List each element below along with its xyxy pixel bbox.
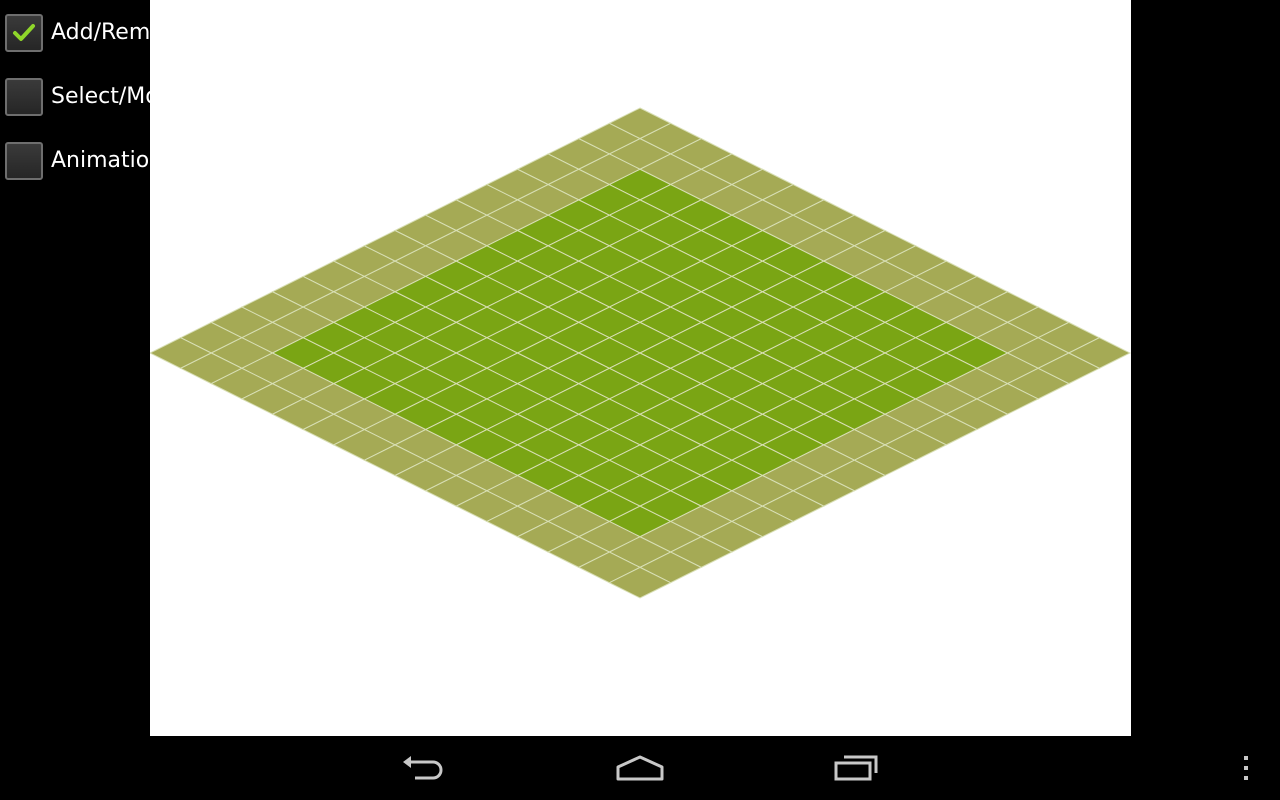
select-move-checkbox[interactable] [5,78,43,116]
add-remove-checkbox[interactable] [5,14,43,52]
add-remove-label: Add/Remove [51,20,191,45]
animation-checkbox[interactable] [5,142,43,180]
home-button[interactable] [595,748,685,788]
overflow-menu-icon [1244,756,1248,780]
app-screen: Add/Remove Select/Move Animation [0,0,1280,800]
isometric-board[interactable] [150,0,1131,736]
recent-apps-button[interactable] [812,748,902,788]
mode-option-animation[interactable]: Animation [5,140,163,182]
mode-option-add-remove[interactable]: Add/Remove [5,12,190,54]
home-icon [616,755,664,781]
back-icon [403,756,443,780]
overflow-menu-button[interactable] [1226,748,1266,788]
recent-apps-icon [834,755,878,781]
mode-panel: Add/Remove Select/Move Animation [0,0,190,200]
checkmark-icon [13,24,35,41]
select-move-label: Select/Move [51,84,186,109]
animation-label: Animation [51,148,164,173]
back-button[interactable] [378,748,468,788]
system-navigation-bar [0,736,1280,800]
game-canvas[interactable] [150,0,1131,736]
mode-option-select-move[interactable]: Select/Move [5,76,185,118]
